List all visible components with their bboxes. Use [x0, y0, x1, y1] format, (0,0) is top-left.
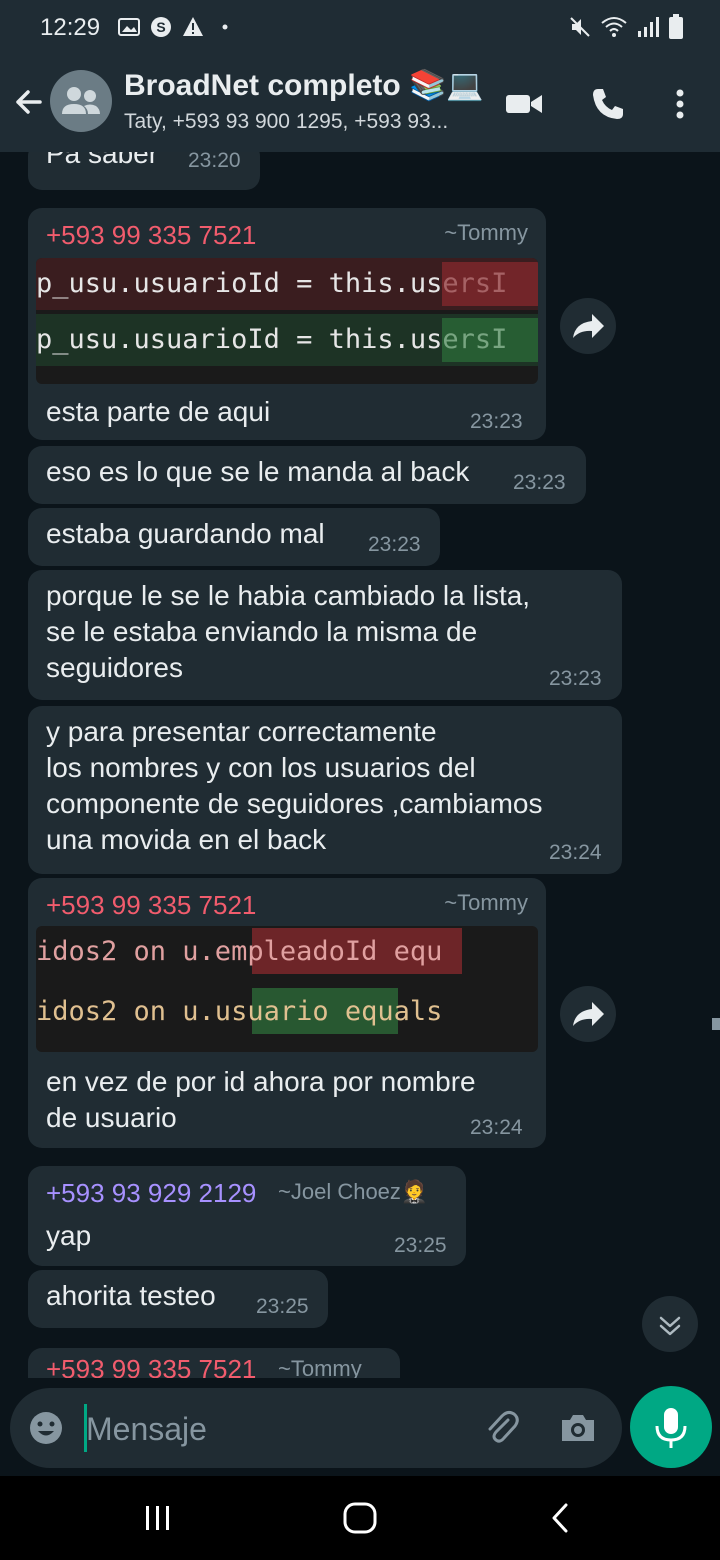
recents-nav-icon[interactable]	[140, 1502, 176, 1534]
signal-icon	[638, 17, 659, 37]
message-text: ahorita testeo	[46, 1280, 216, 1311]
code-text: idos2 on u.empleadoId equ	[36, 936, 443, 967]
svg-text:S: S	[156, 19, 165, 35]
message-time: 23:25	[394, 1234, 447, 1257]
code-text: p_usu.usuarioId = this.usersI	[36, 268, 508, 299]
sender-alias: ~Joel Choez🤵	[278, 1179, 429, 1204]
group-avatar[interactable]	[50, 70, 112, 132]
message-time: 23:24	[549, 841, 602, 864]
message-time: 23:24	[470, 1116, 523, 1139]
video-call-icon[interactable]	[504, 84, 544, 124]
message-text: estaba guardando mal	[46, 518, 325, 549]
forward-icon	[573, 314, 604, 338]
dot-notification-icon	[222, 24, 228, 30]
code-screenshot-image[interactable]: p_usu.usuarioId = this.usersI p_usu.usua…	[36, 258, 538, 384]
chat-title[interactable]: BroadNet completo 📚💻	[124, 68, 484, 103]
message-text: Pa saber	[46, 152, 159, 169]
status-time: 12:29	[40, 14, 101, 41]
sender-phone[interactable]: +593 93 929 2129	[46, 1178, 256, 1209]
message-text: esta parte de aqui	[46, 396, 271, 427]
message-time: 23:23	[549, 667, 602, 690]
message-time: 23:25	[256, 1295, 309, 1318]
forward-icon	[573, 1002, 604, 1026]
scroll-to-bottom-button[interactable]	[642, 1296, 698, 1352]
back-arrow-icon[interactable]	[10, 84, 46, 120]
sender-alias: ~Tommy	[278, 1356, 362, 1378]
sender-phone[interactable]: +593 99 335 7521	[46, 890, 256, 921]
code-line-removed: idos2 on u.empleadoId equ	[36, 926, 538, 978]
message-bubble[interactable]: +593 99 335 7521 ~Tommy	[28, 1348, 400, 1378]
group-avatar-icon	[62, 87, 100, 114]
camera-icon[interactable]	[558, 1408, 598, 1448]
home-nav-icon[interactable]	[340, 1500, 380, 1536]
sender-phone[interactable]: +593 99 335 7521	[46, 1354, 256, 1378]
code-highlight-added	[442, 318, 538, 362]
voice-call-icon[interactable]	[588, 84, 628, 124]
message-text: yap	[46, 1220, 92, 1251]
s-notification-icon: S	[151, 17, 171, 37]
message-text: en vez de por id ahora por nombre de usu…	[46, 1066, 476, 1133]
message-bubble[interactable]: +593 99 335 7521 ~Tommy idos2 on u.emple…	[28, 878, 546, 1148]
code-highlight-removed	[442, 262, 538, 306]
message-time: 23:23	[470, 410, 523, 433]
scroll-down-icon	[659, 1316, 681, 1336]
chat-messages[interactable]: Pa saber 23:20 +593 99 335 7521 ~Tommy p…	[0, 152, 720, 1378]
message-time: 23:23	[368, 533, 421, 556]
attach-icon[interactable]	[482, 1408, 522, 1448]
system-nav-bar	[0, 1476, 720, 1560]
gallery-notification-icon	[118, 18, 140, 36]
code-text: idos2 on u.usuario equals	[36, 996, 443, 1027]
status-system-icons	[568, 14, 684, 40]
message-text: porque le se le habia cambiado la lista,…	[46, 580, 531, 683]
message-input[interactable]	[84, 1402, 468, 1456]
chat-header: BroadNet completo 📚💻 Taty, +593 93 900 1…	[0, 56, 720, 152]
message-composer	[10, 1388, 622, 1468]
message-text: eso es lo que se le manda al back	[46, 456, 470, 487]
message-bubble[interactable]: y para presentar correctamente los nombr…	[28, 706, 622, 874]
message-bubble[interactable]: estaba guardando mal 23:23	[28, 508, 440, 566]
message-bubble[interactable]: ahorita testeo 23:25	[28, 1270, 328, 1328]
back-nav-icon[interactable]	[544, 1500, 580, 1536]
sender-phone[interactable]: +593 99 335 7521	[46, 220, 256, 251]
code-text: p_usu.usuarioId = this.usersI	[36, 324, 508, 355]
warning-notification-icon	[183, 17, 203, 36]
forward-button[interactable]	[560, 298, 616, 354]
message-time: 23:23	[513, 471, 566, 494]
message-bubble[interactable]: Pa saber 23:20	[28, 152, 260, 190]
message-bubble[interactable]: porque le se le habia cambiado la lista,…	[28, 570, 622, 700]
sender-alias: ~Tommy	[444, 890, 528, 915]
message-bubble[interactable]: eso es lo que se le manda al back 23:23	[28, 446, 586, 504]
mute-icon	[570, 17, 590, 37]
mic-icon	[655, 1408, 687, 1448]
scrollbar-thumb[interactable]	[712, 1018, 720, 1030]
chat-subtitle[interactable]: Taty, +593 93 900 1295, +593 93...	[124, 110, 484, 134]
battery-icon	[669, 14, 683, 39]
more-options-icon[interactable]	[660, 84, 700, 124]
status-notification-icons: S	[118, 16, 236, 38]
forward-button[interactable]	[560, 986, 616, 1042]
message-bubble[interactable]: +593 99 335 7521 ~Tommy p_usu.usuarioId …	[28, 208, 546, 440]
status-bar: 12:29 S	[0, 0, 720, 56]
code-line-added: idos2 on u.usuario equals	[36, 986, 538, 1038]
code-screenshot-image[interactable]: idos2 on u.empleadoId equ idos2 on u.usu…	[36, 926, 538, 1052]
emoji-icon[interactable]	[28, 1410, 64, 1446]
message-text: y para presentar correctamente los nombr…	[46, 716, 543, 855]
message-time: 23:20	[188, 152, 241, 172]
wifi-icon	[601, 17, 627, 37]
message-bubble[interactable]: +593 93 929 2129 ~Joel Choez🤵 yap 23:25	[28, 1166, 466, 1266]
sender-alias: ~Tommy	[444, 220, 528, 245]
voice-record-button[interactable]	[630, 1386, 712, 1468]
